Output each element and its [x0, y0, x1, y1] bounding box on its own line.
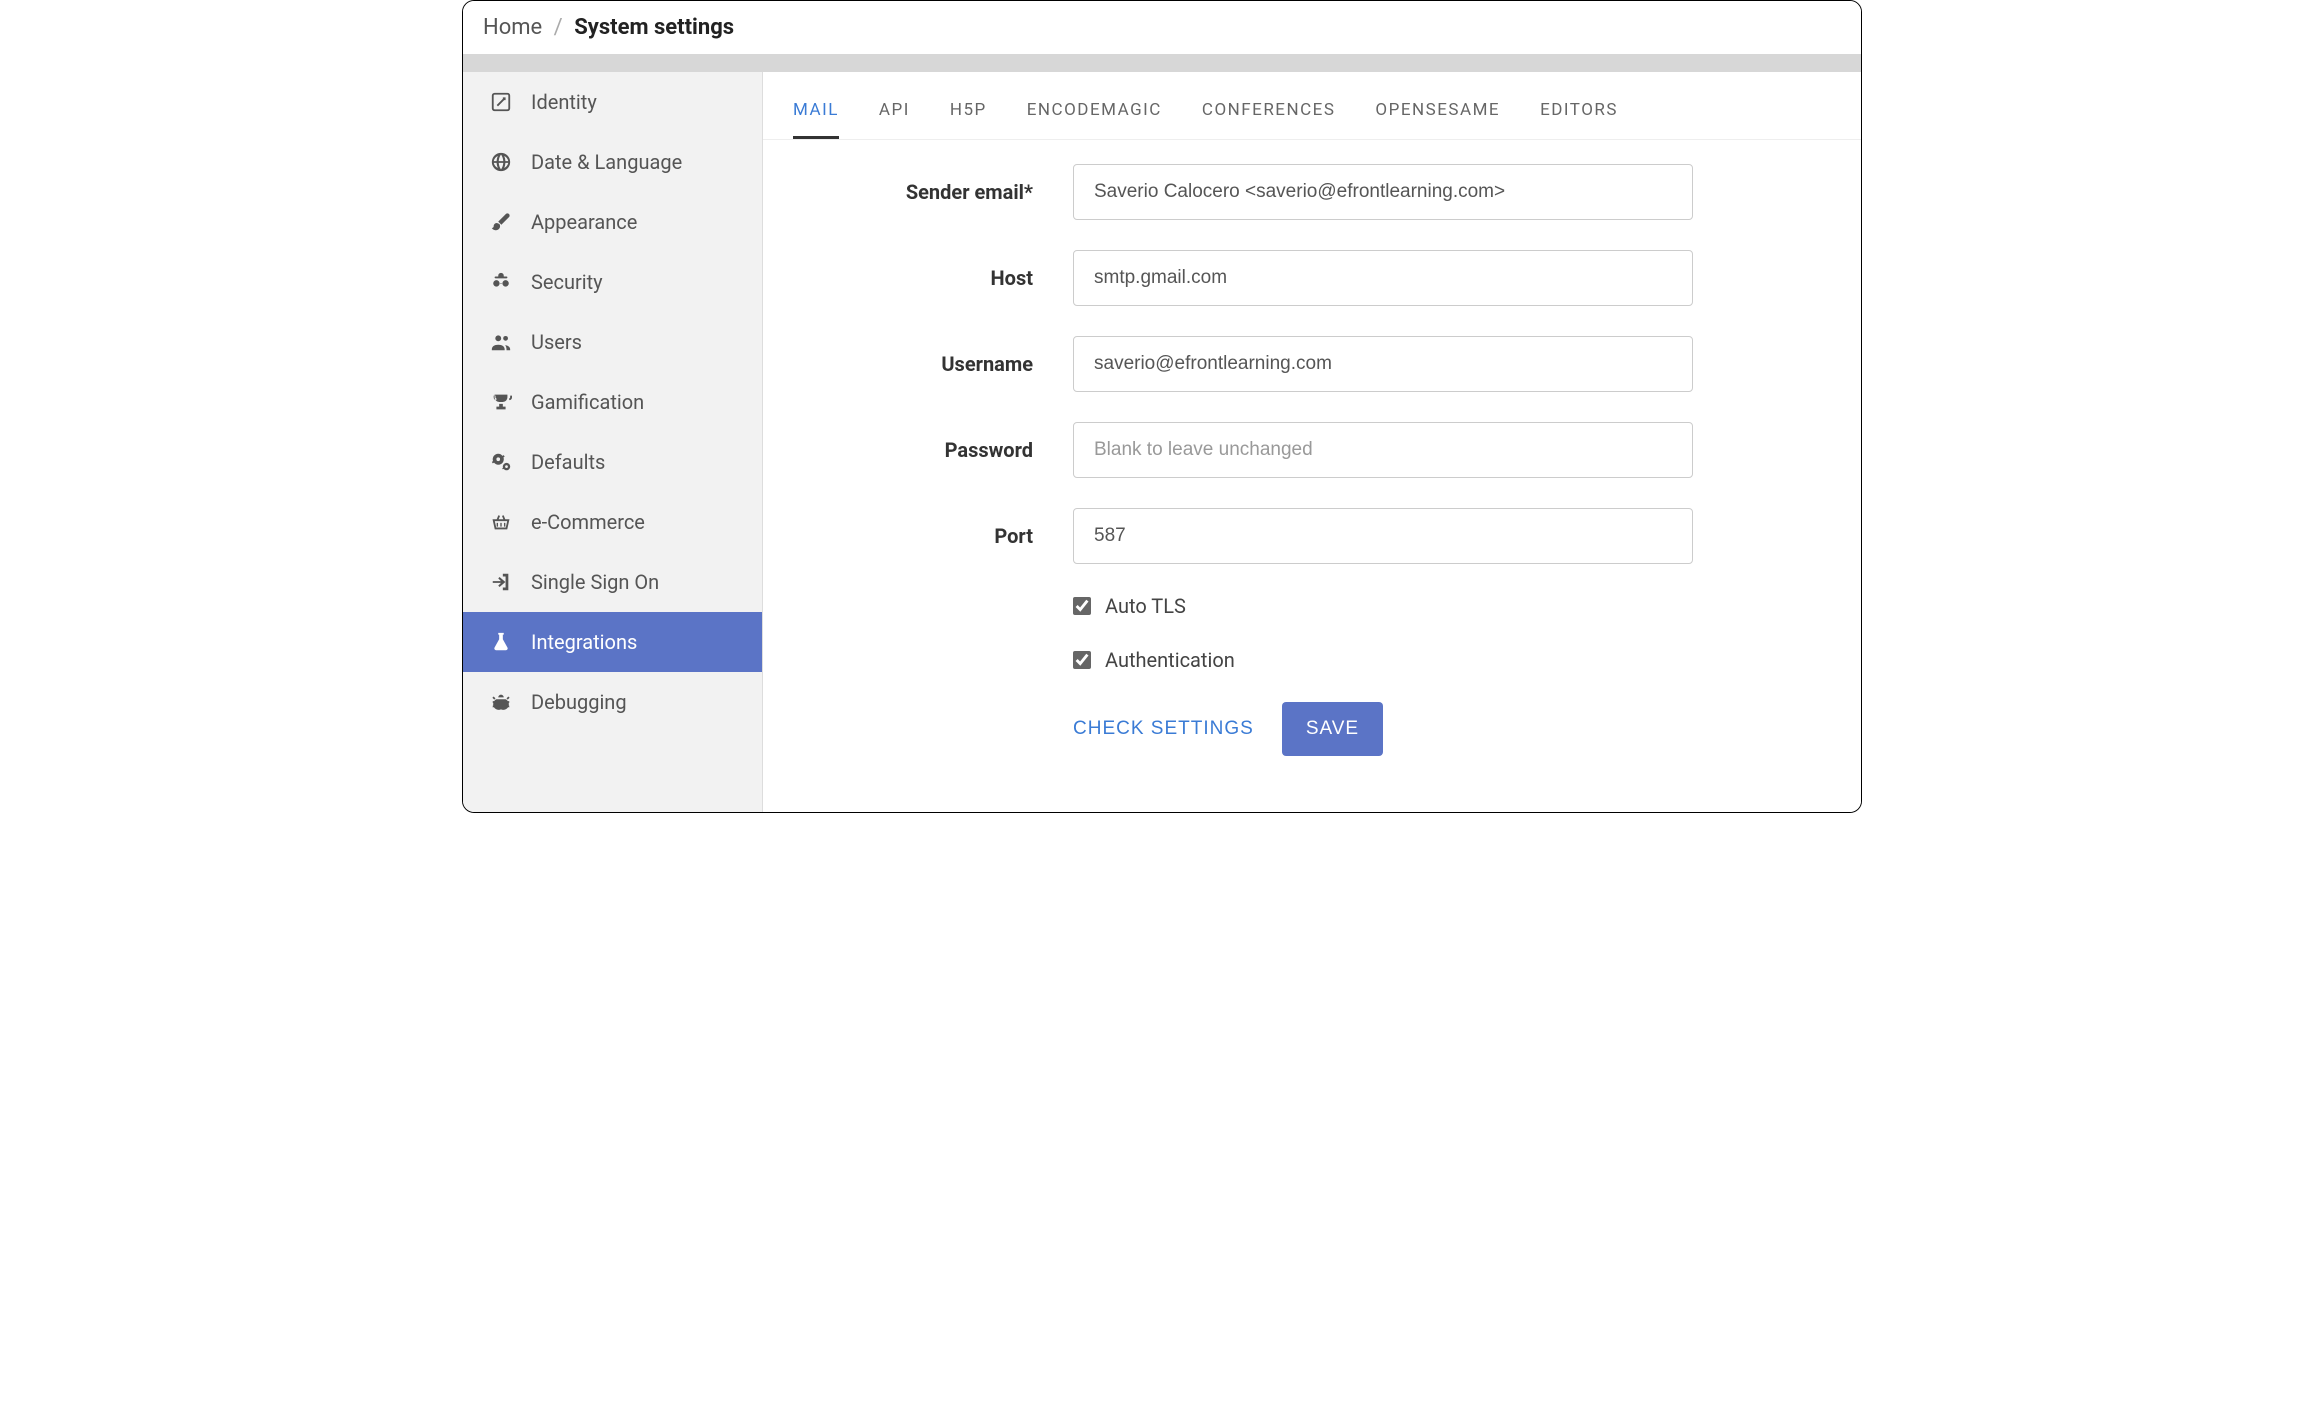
breadcrumb-separator: / — [554, 15, 563, 40]
sidebar-item-label: Security — [531, 270, 603, 294]
sidebar-item-label: Gamification — [531, 390, 644, 414]
mail-form: Sender email* Host Username — [763, 140, 1861, 786]
username-label: Username — [793, 352, 1073, 376]
sidebar-item-gamification[interactable]: Gamification — [463, 372, 762, 432]
password-label: Password — [793, 438, 1073, 462]
main-panel: MAIL API H5P ENCODEMAGIC CONFERENCES OPE… — [763, 72, 1861, 812]
sidebar-item-label: Defaults — [531, 450, 605, 474]
page-title: System settings — [574, 15, 734, 40]
host-field[interactable] — [1073, 250, 1693, 306]
edit-square-icon — [487, 91, 515, 113]
signin-icon — [487, 571, 515, 593]
tab-editors[interactable]: EDITORS — [1540, 92, 1618, 139]
users-icon — [487, 331, 515, 353]
tab-mail[interactable]: MAIL — [793, 92, 839, 139]
authentication-checkbox[interactable] — [1073, 651, 1091, 669]
tab-h5p[interactable]: H5P — [950, 92, 987, 139]
sidebar-item-sso[interactable]: Single Sign On — [463, 552, 762, 612]
port-label: Port — [793, 524, 1073, 548]
auto-tls-checkbox[interactable] — [1073, 597, 1091, 615]
breadcrumb: Home / System settings — [463, 1, 1861, 54]
password-field[interactable] — [1073, 422, 1693, 478]
tab-encodemagic[interactable]: ENCODEMAGIC — [1027, 92, 1162, 139]
gears-icon — [487, 451, 515, 473]
divider-bar — [463, 54, 1861, 72]
authentication-label: Authentication — [1105, 648, 1235, 672]
check-settings-button[interactable]: CHECK SETTINGS — [1073, 718, 1254, 740]
username-field[interactable] — [1073, 336, 1693, 392]
sidebar-item-label: Users — [531, 330, 582, 354]
host-label: Host — [793, 266, 1073, 290]
sidebar-item-label: Integrations — [531, 630, 637, 654]
tab-opensesame[interactable]: OPENSESAME — [1375, 92, 1500, 139]
sidebar-item-date-language[interactable]: Date & Language — [463, 132, 762, 192]
sidebar-item-label: Appearance — [531, 210, 637, 234]
flask-icon — [487, 631, 515, 653]
sidebar-item-appearance[interactable]: Appearance — [463, 192, 762, 252]
sender-email-label: Sender email* — [793, 180, 1073, 204]
sidebar-item-label: Date & Language — [531, 150, 682, 174]
sidebar-item-label: e-Commerce — [531, 510, 645, 534]
sidebar: Identity Date & Language Appearance — [463, 72, 763, 812]
globe-icon — [487, 151, 515, 173]
sidebar-item-users[interactable]: Users — [463, 312, 762, 372]
breadcrumb-home[interactable]: Home — [483, 15, 542, 40]
auto-tls-label: Auto TLS — [1105, 594, 1186, 618]
sidebar-item-identity[interactable]: Identity — [463, 72, 762, 132]
sidebar-item-label: Identity — [531, 90, 597, 114]
sidebar-item-ecommerce[interactable]: e-Commerce — [463, 492, 762, 552]
tabs: MAIL API H5P ENCODEMAGIC CONFERENCES OPE… — [763, 72, 1861, 140]
sender-email-field[interactable] — [1073, 164, 1693, 220]
trophy-icon — [487, 391, 515, 413]
brush-icon — [487, 211, 515, 233]
save-button[interactable]: SAVE — [1282, 702, 1383, 756]
bug-icon — [487, 691, 515, 713]
tab-api[interactable]: API — [879, 92, 910, 139]
spy-icon — [487, 271, 515, 293]
sidebar-item-label: Single Sign On — [531, 570, 659, 594]
sidebar-item-integrations[interactable]: Integrations — [463, 612, 762, 672]
sidebar-item-label: Debugging — [531, 690, 627, 714]
port-field[interactable] — [1073, 508, 1693, 564]
basket-icon — [487, 511, 515, 533]
tab-conferences[interactable]: CONFERENCES — [1202, 92, 1336, 139]
sidebar-item-security[interactable]: Security — [463, 252, 762, 312]
sidebar-item-debugging[interactable]: Debugging — [463, 672, 762, 732]
sidebar-item-defaults[interactable]: Defaults — [463, 432, 762, 492]
